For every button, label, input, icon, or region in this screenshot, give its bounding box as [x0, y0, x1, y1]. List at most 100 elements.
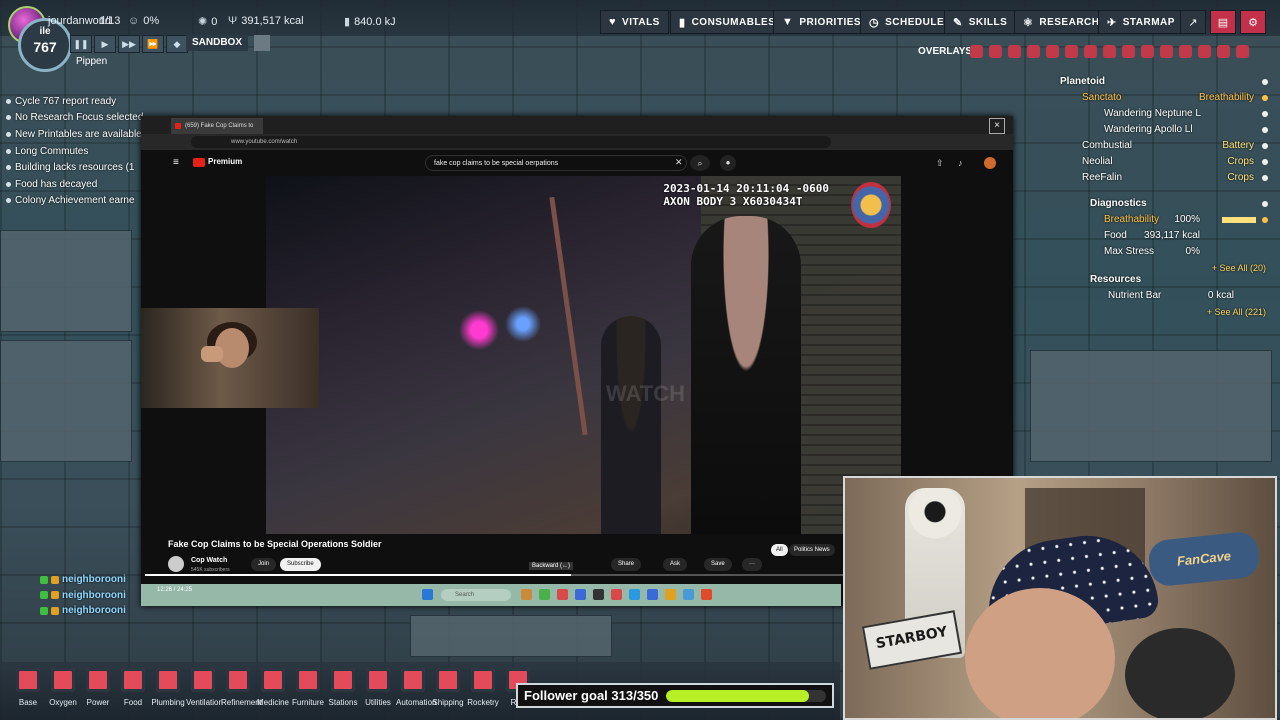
speed-2-button[interactable]: ▶▶ [118, 35, 140, 53]
diagnostics-header[interactable]: Diagnostics [1010, 196, 1276, 212]
app-icon[interactable] [701, 589, 712, 600]
channel-name[interactable]: Cop Watch [191, 557, 227, 564]
starmap-button[interactable]: ✈ STARMAP [1098, 10, 1184, 34]
video-player[interactable]: WATCH 2023-01-14 20:11:04 -0600 AXON BOD… [266, 176, 901, 534]
decor-overlay-icon[interactable] [1103, 45, 1116, 58]
build-category-refinement[interactable]: Refinement [221, 668, 262, 707]
conveyor-overlay-icon[interactable] [1217, 45, 1230, 58]
automation-overlay-icon[interactable] [1198, 45, 1211, 58]
notification-item[interactable]: Building lacks resources (1 [6, 159, 156, 176]
taskbar-search[interactable]: Search [441, 589, 511, 601]
planetoid-row[interactable]: ReeFalin Crops [1010, 170, 1276, 186]
app-icon[interactable] [683, 589, 694, 600]
app-icon[interactable] [521, 589, 532, 600]
build-category-oxygen[interactable]: Oxygen [46, 668, 80, 707]
ventilation-overlay-icon[interactable] [1084, 45, 1097, 58]
sandbox-toggle[interactable]: SANDBOX [186, 35, 249, 51]
notification-item[interactable]: New Printables are available [6, 126, 156, 143]
skills-button[interactable]: ✎ SKILLS [944, 10, 1017, 34]
power-stat[interactable]: ▮ 840.0 kJ [344, 15, 396, 28]
germ-overlay-icon[interactable] [1122, 45, 1135, 58]
youtube-logo-icon[interactable] [193, 158, 205, 167]
share-button[interactable]: Share [611, 558, 642, 571]
diagnostic-row[interactable]: Breathability 100% [1010, 212, 1276, 228]
notification-item[interactable]: Long Commutes [6, 143, 156, 160]
settings-gear-icon[interactable]: ⚙ [1240, 10, 1266, 34]
bell-icon[interactable]: ♪ [958, 158, 963, 168]
search-icon[interactable]: ⌕ [690, 155, 710, 171]
exosuit-overlay-icon[interactable] [1179, 45, 1192, 58]
plumbing-overlay-icon[interactable] [1065, 45, 1078, 58]
search-input[interactable]: fake cop claims to be special oerpations [425, 155, 687, 171]
account-avatar[interactable] [984, 157, 996, 169]
windows-start-icon[interactable] [422, 589, 433, 600]
red-alert-button[interactable]: ◆ [166, 35, 188, 53]
planetoid-row[interactable]: Wandering Neptune L [1010, 106, 1276, 122]
materials-overlay-icon[interactable] [1027, 45, 1040, 58]
radiation-overlay-icon[interactable] [1236, 45, 1249, 58]
codex-icon[interactable]: ▤ [1210, 10, 1236, 34]
subscribe-button[interactable]: Subscribe [280, 558, 321, 571]
more-actions-button[interactable]: ··· [742, 558, 762, 571]
notification-item[interactable]: No Research Focus selected [6, 110, 156, 127]
app-icon[interactable] [611, 589, 622, 600]
research-button[interactable]: ⚛ RESEARCH [1014, 10, 1109, 34]
notification-item[interactable]: Colony Achievement earne [6, 193, 156, 210]
app-icon[interactable] [647, 589, 658, 600]
schedule-button[interactable]: ◷ SCHEDULE [860, 10, 954, 34]
channel-avatar[interactable] [168, 556, 184, 572]
oxygen-overlay-icon[interactable] [970, 45, 983, 58]
app-icon[interactable] [593, 589, 604, 600]
notification-item[interactable]: Food has decayed [6, 176, 156, 193]
clear-search-icon[interactable]: ✕ [675, 157, 683, 168]
consumables-button[interactable]: ▮ CONSUMABLES [670, 10, 785, 34]
diag-see-all-row[interactable]: + See All (20) [1010, 260, 1276, 273]
build-category-shipping[interactable]: Shipping [431, 668, 465, 707]
diagnostic-row[interactable]: Max Stress 0% [1010, 244, 1276, 260]
app-icon[interactable] [665, 589, 676, 600]
diagnostic-row[interactable]: Food 393,117 kcal [1010, 228, 1276, 244]
build-category-base[interactable]: Base [11, 668, 45, 707]
build-category-ventilation[interactable]: Ventilation [186, 668, 223, 707]
chip-all[interactable]: All [771, 544, 788, 556]
vitals-button[interactable]: ♥ VITALS [600, 10, 669, 34]
speed-1-button[interactable]: ▶ [94, 35, 116, 53]
planetoid-header[interactable]: Planetoid [1010, 74, 1276, 90]
light-overlay-icon[interactable] [1046, 45, 1059, 58]
rooms-overlay-icon[interactable] [1160, 45, 1173, 58]
res-see-all-row[interactable]: + See All (221) [1010, 304, 1276, 320]
notification-item[interactable]: Cycle 767 report ready [6, 93, 156, 110]
app-icon[interactable] [557, 589, 568, 600]
app-icon[interactable] [629, 589, 640, 600]
build-category-food[interactable]: Food [116, 668, 150, 707]
app-icon[interactable] [539, 589, 550, 600]
build-category-furniture[interactable]: Furniture [291, 668, 325, 707]
planetoid-row[interactable]: Combustial Battery [1010, 138, 1276, 154]
speed-3-button[interactable]: ⏩ [142, 35, 164, 53]
duplicant-count[interactable]: 1/13 [99, 15, 120, 27]
close-icon[interactable]: × [989, 118, 1005, 134]
farming-overlay-icon[interactable] [1141, 45, 1154, 58]
upload-icon[interactable]: ⇧ [936, 158, 944, 169]
stress-stat[interactable]: ☺ 0% [128, 15, 159, 27]
resource-row[interactable]: Nutrient Bar 0 kcal [1010, 288, 1276, 304]
power-overlay-icon[interactable] [989, 45, 1002, 58]
planetoid-row[interactable]: Neolial Crops [1010, 154, 1276, 170]
planetoid-row[interactable]: Sanctato Breathability [1010, 90, 1276, 106]
build-category-stations[interactable]: Stations [326, 668, 360, 707]
browser-tab[interactable]: (659) Fake Cop Claims to [171, 118, 263, 134]
priorities-button[interactable]: ▼ PRIORITIES [773, 10, 871, 34]
planetoid-row[interactable]: Wandering Apollo Ll [1010, 122, 1276, 138]
report-chart-icon[interactable]: ↗ [1180, 10, 1206, 34]
youtube-brand[interactable]: Premium [208, 157, 242, 166]
build-category-power[interactable]: Power [81, 668, 115, 707]
url-field[interactable]: www.youtube.com/watch [191, 136, 831, 148]
chip-politics-news[interactable]: Politics News [789, 544, 835, 556]
sick-stat[interactable]: ✺ 0 [198, 15, 217, 28]
build-category-medicine[interactable]: Medicine [256, 668, 290, 707]
build-category-rocketry[interactable]: Rocketry [466, 668, 500, 707]
join-button[interactable]: Join [251, 558, 277, 571]
video-progress-bar[interactable] [145, 574, 905, 576]
build-category-utilities[interactable]: Utilities [361, 668, 395, 707]
sandbox-lock-icon[interactable] [254, 35, 270, 51]
